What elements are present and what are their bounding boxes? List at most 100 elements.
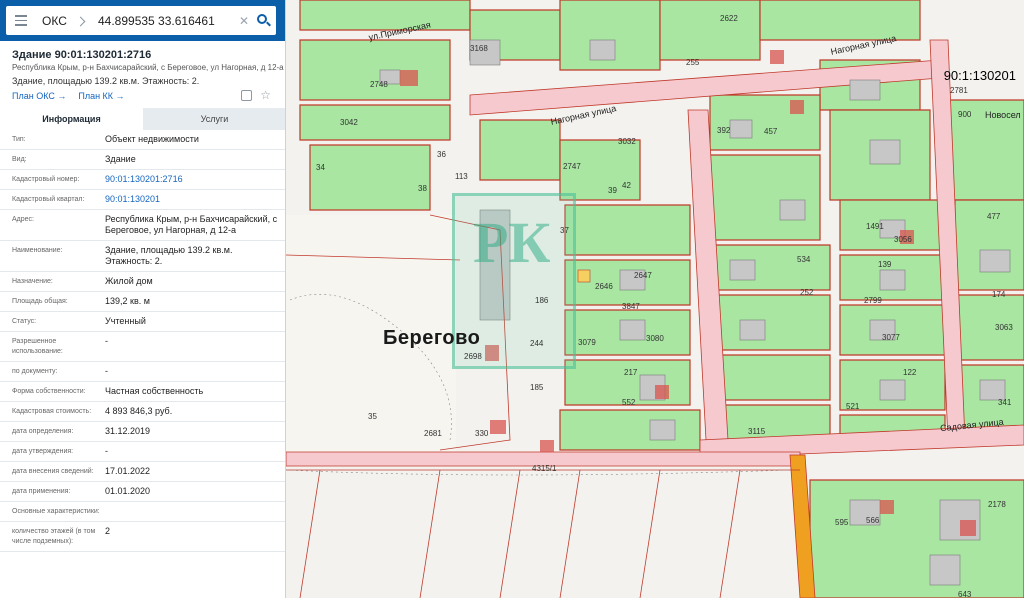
parcel-number[interactable]: 595 bbox=[835, 518, 848, 527]
parcel-number[interactable]: 185 bbox=[530, 383, 543, 392]
search-icon[interactable] bbox=[252, 6, 276, 35]
parcel-number[interactable]: 217 bbox=[624, 368, 637, 377]
parcel-number[interactable]: 2622 bbox=[720, 14, 738, 23]
object-title: Здание 90:01:130201:2716 bbox=[12, 49, 152, 61]
parcel-number[interactable]: 252 bbox=[800, 288, 813, 297]
info-value: 31.12.2019 bbox=[105, 426, 151, 436]
parcel-number[interactable]: 113 bbox=[455, 172, 468, 181]
star-icon[interactable]: ☆ bbox=[260, 89, 271, 101]
parcel-number[interactable]: 3079 bbox=[578, 338, 596, 347]
parcel-number[interactable]: 122 bbox=[903, 368, 916, 377]
parcel-number[interactable]: 3080 bbox=[646, 334, 664, 343]
info-key: дата определения: bbox=[12, 428, 74, 435]
search-bar: ОКС ✕ bbox=[0, 0, 285, 41]
parcel-number[interactable]: 2781 bbox=[950, 86, 968, 95]
contour-label: 34 bbox=[316, 163, 325, 172]
contour-label: 35 bbox=[368, 412, 377, 421]
info-row: Разрешенное использование: - bbox=[0, 332, 285, 362]
parcel-number[interactable]: 4315/1 bbox=[532, 464, 556, 473]
parcel-number[interactable]: 521 bbox=[846, 402, 859, 411]
parcel-number[interactable]: 2698 bbox=[464, 352, 482, 361]
street-label: Новосел bbox=[985, 110, 1021, 120]
parcel-number[interactable]: 643 bbox=[958, 590, 971, 598]
search-type-select[interactable]: ОКС bbox=[36, 14, 90, 28]
info-row: дата определения: 31.12.2019 bbox=[0, 422, 285, 442]
info-key: дата применения: bbox=[12, 488, 71, 495]
contour-label: 36 bbox=[437, 150, 446, 159]
parcel-number[interactable]: 477 bbox=[987, 212, 1000, 221]
parcel-number[interactable]: 139 bbox=[878, 260, 891, 269]
info-key: Кадастровая стоимость: bbox=[12, 408, 92, 415]
search-type-label: ОКС bbox=[42, 13, 67, 28]
info-row: Тип: Объект недвижимости bbox=[0, 130, 285, 150]
parcel-number[interactable]: 2646 bbox=[595, 282, 613, 291]
parcel-number[interactable]: 900 bbox=[958, 110, 971, 119]
tab-services[interactable]: Услуги bbox=[143, 108, 285, 130]
plan-kk-link[interactable]: План КК → bbox=[78, 91, 124, 101]
info-key: Форма собственности: bbox=[12, 388, 86, 395]
info-row: Форма собственности: Частная собственност… bbox=[0, 382, 285, 402]
search-box[interactable]: ОКС ✕ bbox=[6, 6, 276, 35]
parcel-number[interactable]: 534 bbox=[797, 255, 810, 264]
info-key: дата утверждения: bbox=[12, 448, 74, 455]
close-icon[interactable]: ✕ bbox=[236, 14, 252, 28]
cadastral-number-link[interactable]: 90:01:130201:2716 bbox=[105, 174, 285, 185]
parcel-number[interactable]: 3063 bbox=[995, 323, 1013, 332]
parcel-number[interactable]: 3077 bbox=[882, 333, 900, 342]
parcel-number[interactable]: 174 bbox=[992, 290, 1005, 299]
parcel-number[interactable]: 244 bbox=[530, 339, 543, 348]
parcel-number[interactable]: 186 bbox=[535, 296, 548, 305]
cadastral-quarter-link[interactable]: 90:01:130201 bbox=[105, 194, 285, 205]
info-key: Назначение: bbox=[12, 278, 53, 285]
parcel-number[interactable]: 2647 bbox=[634, 271, 652, 280]
info-value: Жилой дом bbox=[105, 276, 153, 286]
info-value: - bbox=[105, 366, 108, 376]
parcel-number[interactable]: 392 bbox=[717, 126, 730, 135]
search-input[interactable] bbox=[90, 13, 236, 28]
info-value: - bbox=[105, 446, 108, 456]
parcel-number[interactable]: 3042 bbox=[340, 118, 358, 127]
menu-icon[interactable] bbox=[6, 6, 36, 35]
info-table: Тип: Объект недвижимости Вид: Здание Кадас… bbox=[0, 130, 285, 552]
info-row: Основные характеристики: bbox=[0, 502, 285, 522]
info-key: Площадь общая: bbox=[12, 298, 68, 305]
parcel-number[interactable]: 2799 bbox=[864, 296, 882, 305]
print-icon[interactable] bbox=[241, 90, 253, 101]
info-key: Кадастровый квартал: bbox=[12, 196, 85, 203]
parcel-number[interactable]: 2681 bbox=[424, 429, 442, 438]
info-value: Частная собственность bbox=[105, 386, 204, 396]
tab-information[interactable]: Информация bbox=[0, 108, 143, 130]
parcel-number[interactable]: 2748 bbox=[370, 80, 388, 89]
parcel-number[interactable]: 566 bbox=[866, 516, 879, 525]
parcel-number[interactable]: 3056 bbox=[894, 235, 912, 244]
info-panel: ОКС ✕ Здание 90:01:130201:2716 Республик… bbox=[0, 0, 286, 598]
info-key: Статус: bbox=[12, 318, 37, 325]
parcel-number[interactable]: 3168 bbox=[470, 44, 488, 53]
info-value: Здание bbox=[105, 154, 136, 164]
parcel-number[interactable]: 3115 bbox=[748, 427, 765, 436]
parcel-number[interactable]: 330 bbox=[475, 429, 488, 438]
parcel-number[interactable]: 457 bbox=[764, 127, 777, 136]
parcel-number[interactable]: 552 bbox=[622, 398, 635, 407]
watermark-letters: РК bbox=[473, 210, 551, 275]
parcel-number[interactable]: 341 bbox=[998, 398, 1011, 407]
parcel-number[interactable]: 3032 bbox=[618, 137, 636, 146]
info-row: дата внесения сведений: 17.01.2022 bbox=[0, 462, 285, 482]
village-label: Берегово bbox=[383, 327, 481, 349]
parcel-number[interactable]: 2178 bbox=[988, 500, 1006, 509]
parcel-number[interactable]: 3847 bbox=[622, 302, 640, 311]
plan-oks-link[interactable]: План ОКС → bbox=[12, 91, 66, 101]
info-row: по документу: - bbox=[0, 362, 285, 382]
parcel-number[interactable]: 2747 bbox=[563, 162, 581, 171]
info-row: Наименование: Здание, площадью 139.2 кв.м… bbox=[0, 241, 285, 272]
info-key: Основные характеристики: bbox=[12, 508, 100, 515]
parcel-number[interactable]: 255 bbox=[686, 58, 699, 67]
parcel-number[interactable]: 1491 bbox=[866, 222, 884, 231]
info-value: 139,2 кв. м bbox=[105, 296, 150, 306]
object-address: Республика Крым, р-н Бахчисарайский, с Б… bbox=[12, 63, 284, 72]
info-value: Учтенный bbox=[105, 316, 146, 326]
info-row: Кадастровый квартал: 90:01:130201 bbox=[0, 190, 285, 210]
info-row: Статус: Учтенный bbox=[0, 312, 285, 332]
info-key: Наименование: bbox=[12, 247, 63, 254]
info-key: количество этажей (в том числе подземных… bbox=[12, 528, 96, 545]
